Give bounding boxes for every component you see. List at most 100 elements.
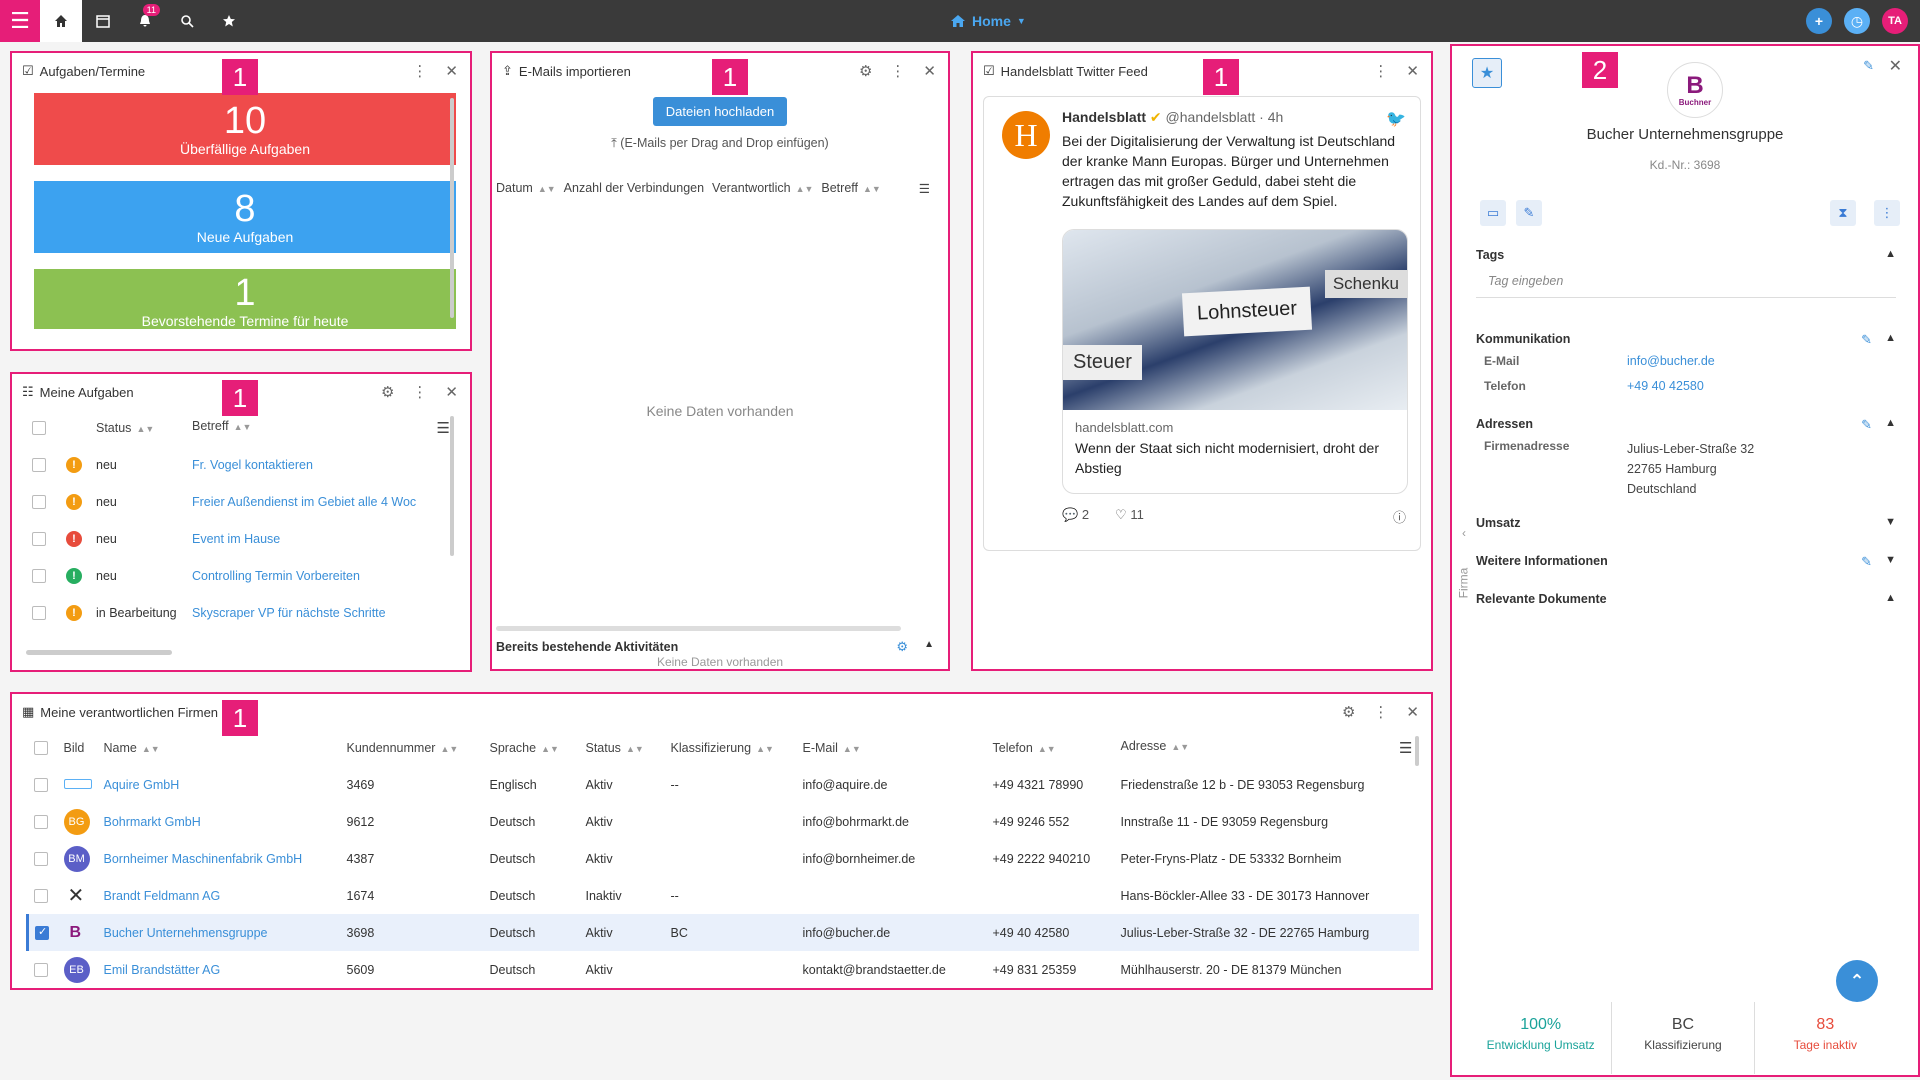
close-icon[interactable]: ✕ <box>445 62 458 80</box>
user-avatar[interactable]: TA <box>1882 8 1908 34</box>
column-header[interactable]: Adresse ▲▼ ☰ <box>1115 730 1419 766</box>
favorite-star-icon[interactable]: ★ <box>1472 58 1502 88</box>
column-header[interactable]: Sprache ▲▼ <box>484 730 580 766</box>
column-header[interactable]: Telefon ▲▼ <box>987 730 1115 766</box>
column-header[interactable]: Name ▲▼ <box>98 730 341 766</box>
company-name-link[interactable]: Bohrmarkt GmbH <box>98 803 341 840</box>
overdue-tasks-tile[interactable]: 10 Überfällige Aufgaben <box>34 93 456 165</box>
like-button[interactable]: ♡ 11 <box>1115 507 1144 523</box>
table-row[interactable]: Aquire GmbH 3469 Englisch Aktiv -- info@… <box>28 766 1419 803</box>
favorites-star-icon[interactable] <box>208 0 250 42</box>
row-checkbox[interactable] <box>32 494 46 509</box>
column-header[interactable]: Kundennummer ▲▼ <box>341 730 484 766</box>
new-tasks-tile[interactable]: 8 Neue Aufgaben <box>34 181 456 253</box>
row-checkbox[interactable] <box>32 568 46 583</box>
company-name-link[interactable]: Aquire GmbH <box>98 766 341 803</box>
task-subject-link[interactable]: Controlling Termin Vorbereiten <box>186 557 456 594</box>
side-tab-firma[interactable]: Firma <box>1456 568 1470 599</box>
hourglass-icon[interactable]: ⧗ <box>1830 200 1856 226</box>
company-name-link[interactable]: Brandt Feldmann AG <box>98 877 341 914</box>
home-dropdown[interactable]: Home ▼ <box>950 0 1026 42</box>
row-checkbox[interactable] <box>32 531 46 546</box>
task-subject-link[interactable]: Event im Hause <box>186 520 456 557</box>
upload-files-button[interactable]: Dateien hochladen <box>652 97 788 126</box>
task-subject-link[interactable]: Fr. Vogel kontaktieren <box>186 446 456 483</box>
info-icon[interactable]: ⓘ <box>1393 507 1406 526</box>
more-options-icon[interactable]: ⋮ <box>1874 200 1900 226</box>
select-all-checkbox[interactable] <box>33 741 48 756</box>
column-header[interactable]: Anzahl der Verbindungen <box>564 181 704 195</box>
column-header[interactable]: Betreff ▲▼ <box>821 181 880 195</box>
column-header[interactable]: Datum ▲▼ <box>496 181 556 195</box>
handelsblatt-avatar[interactable]: H <box>1002 111 1050 159</box>
company-name-link[interactable]: Bucher Unternehmensgruppe <box>97 914 341 951</box>
upcoming-appointments-tile[interactable]: 1 Bevorstehende Termine für heute <box>34 269 456 329</box>
settings-gear-icon[interactable]: ⚙ <box>859 62 872 80</box>
more-options-icon[interactable]: ⋮ <box>1373 62 1388 80</box>
email-link[interactable]: info@bucher.de <box>1627 354 1715 368</box>
table-row[interactable]: ! neu Controlling Termin Vorbereiten <box>26 557 456 594</box>
edit-pencil-icon[interactable]: ✎ <box>1861 417 1872 433</box>
table-row[interactable]: BM Bornheimer Maschinenfabrik GmbH 4387 … <box>28 840 1419 877</box>
chevron-down-icon[interactable]: ▼ <box>1885 516 1896 528</box>
settings-gear-icon[interactable]: ⚙ <box>896 639 908 655</box>
column-header[interactable]: E-Mail ▲▼ <box>797 730 987 766</box>
table-row[interactable]: ! neu Fr. Vogel kontaktieren <box>26 446 456 483</box>
folder-icon[interactable]: ▭ <box>1480 200 1506 226</box>
phone-link[interactable]: +49 40 42580 <box>1627 379 1704 393</box>
column-header[interactable]: Status ▲▼ <box>580 730 665 766</box>
table-row[interactable]: ✕ Brandt Feldmann AG 1674 Deutsch Inakti… <box>28 877 1419 914</box>
table-row[interactable]: ! in Bearbeitung Skyscraper VP für nächs… <box>26 594 456 631</box>
edit-pencil-icon[interactable]: ✎ <box>1861 554 1872 570</box>
close-icon[interactable]: ✕ <box>1406 62 1419 80</box>
task-subject-link[interactable]: Freier Außendienst im Gebiet alle 4 Woc <box>186 483 456 520</box>
column-header[interactable]: Status ▲▼ <box>90 410 186 446</box>
vertical-scrollbar[interactable] <box>1415 736 1419 766</box>
assistant-fab-button[interactable]: ⌃ <box>1836 960 1878 1002</box>
column-menu-icon[interactable]: ☰ <box>919 181 930 196</box>
column-header[interactable]: Verantwortlich ▲▼ <box>712 181 813 195</box>
horizontal-scrollbar[interactable] <box>26 650 172 655</box>
row-checkbox[interactable] <box>33 814 48 829</box>
more-options-icon[interactable]: ⋮ <box>890 62 905 80</box>
row-checkbox[interactable] <box>32 457 46 472</box>
notifications-bell-icon[interactable]: 11 <box>124 0 166 42</box>
close-icon[interactable]: ✕ <box>1889 56 1902 76</box>
chevron-up-icon[interactable]: ▲ <box>1885 248 1896 260</box>
chevron-down-icon[interactable]: ▼ <box>1885 554 1896 566</box>
more-options-icon[interactable]: ⋮ <box>1373 703 1388 721</box>
row-checkbox-checked[interactable] <box>35 925 49 940</box>
column-menu-icon[interactable]: ☰ <box>1399 739 1412 757</box>
home-icon[interactable] <box>40 0 82 42</box>
row-checkbox[interactable] <box>33 777 48 792</box>
settings-gear-icon[interactable]: ⚙ <box>1342 703 1355 721</box>
row-checkbox[interactable] <box>33 851 48 866</box>
close-icon[interactable]: ✕ <box>445 383 458 401</box>
tag-input[interactable]: Tag eingeben <box>1488 274 1563 288</box>
select-all-checkbox[interactable] <box>32 421 46 436</box>
row-checkbox[interactable] <box>33 962 48 977</box>
chevron-up-icon[interactable]: ▲ <box>1885 332 1896 344</box>
more-options-icon[interactable]: ⋮ <box>412 62 427 80</box>
table-row[interactable]: EB Emil Brandstätter AG 5609 Deutsch Akt… <box>28 951 1419 988</box>
vertical-scrollbar[interactable] <box>450 416 454 556</box>
chevron-up-icon[interactable]: ▲ <box>1885 592 1896 604</box>
row-checkbox[interactable] <box>33 888 48 903</box>
table-row[interactable]: ! neu Freier Außendienst im Gebiet alle … <box>26 483 456 520</box>
edit-pencil-icon[interactable]: ✎ <box>1861 332 1872 348</box>
horizontal-scrollbar[interactable] <box>496 626 901 631</box>
company-name-link[interactable]: Bornheimer Maschinenfabrik GmbH <box>98 840 341 877</box>
hamburger-menu-icon[interactable]: ☰ <box>0 0 40 42</box>
row-checkbox[interactable] <box>32 605 46 620</box>
column-header[interactable]: Klassifizierung ▲▼ <box>665 730 797 766</box>
edit-pencil-icon[interactable]: ✎ <box>1863 58 1874 74</box>
history-icon[interactable]: ◷ <box>1844 8 1870 34</box>
tweet-card[interactable]: H Handelsblatt ✔ @handelsblatt · 4h 🐦 Be… <box>983 96 1421 551</box>
table-row[interactable]: BG Bohrmarkt GmbH 9612 Deutsch Aktiv inf… <box>28 803 1419 840</box>
chevron-up-icon[interactable]: ▲ <box>1885 417 1896 429</box>
close-icon[interactable]: ✕ <box>1406 703 1419 721</box>
edit-pencil-icon[interactable]: ✎ <box>1516 200 1542 226</box>
close-icon[interactable]: ✕ <box>923 62 936 80</box>
company-name-link[interactable]: Emil Brandstätter AG <box>98 951 341 988</box>
calendar-icon[interactable] <box>82 0 124 42</box>
